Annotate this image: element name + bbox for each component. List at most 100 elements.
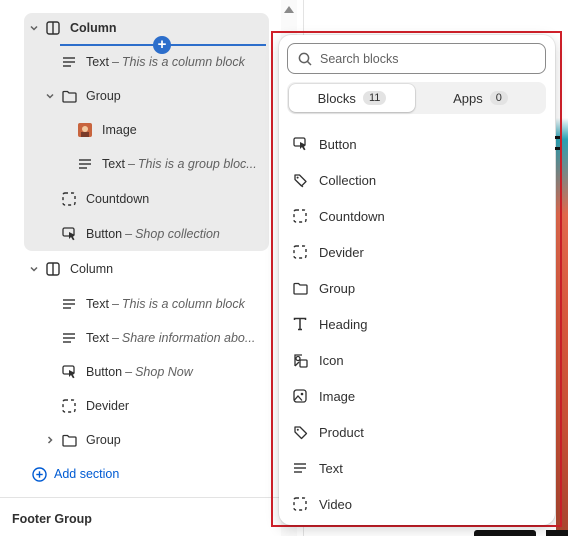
add-section-button[interactable]: Add section: [28, 463, 119, 485]
chevron-down-icon[interactable]: [26, 264, 42, 274]
text-icon: [58, 332, 80, 344]
dashed-square-icon: [58, 399, 80, 413]
separator-dash: –: [111, 55, 119, 69]
block-option-label: Product: [319, 424, 364, 440]
dashed-square-icon: [289, 209, 311, 223]
block-option-label: Text: [319, 460, 343, 476]
tree-item-sublabel: This is a column block: [121, 55, 245, 69]
block-option-video[interactable]: Video: [289, 492, 544, 516]
block-option-text[interactable]: Text: [289, 456, 544, 480]
tree-item-image[interactable]: Image: [74, 119, 137, 141]
tree-item-sublabel: Share information abo...: [121, 331, 256, 345]
dashed-square-icon: [58, 192, 80, 206]
tree-item-label: Text: [86, 55, 109, 69]
tree-item-button[interactable]: Button – Shop collection: [58, 223, 220, 245]
block-option-devider[interactable]: Devider: [289, 240, 544, 264]
tree-item-text[interactable]: Text – This is a group bloc...: [74, 153, 257, 175]
tree-item-column[interactable]: Column: [26, 17, 117, 39]
tree-item-sublabel: Shop collection: [135, 227, 220, 241]
block-option-label: Devider: [319, 244, 364, 260]
block-option-label: Group: [319, 280, 356, 296]
tree-item-sublabel: Shop Now: [135, 365, 193, 379]
tree-item-sublabel: This is a group bloc...: [137, 157, 257, 171]
search-input[interactable]: [320, 51, 520, 66]
image-shapes-icon: [289, 353, 311, 368]
tree-item-column[interactable]: Column: [26, 258, 113, 280]
separator-dash: –: [125, 365, 133, 379]
tab-group: Blocks 11 Apps 0: [287, 82, 546, 114]
tab-apps[interactable]: Apps 0: [417, 84, 544, 112]
tree-item-label: Text: [102, 157, 125, 171]
tree-item-countdown[interactable]: Countdown: [58, 188, 149, 210]
tree-item-text[interactable]: Text – This is a column block: [58, 293, 245, 315]
tree-item-label: Button: [86, 227, 123, 241]
separator-dash: –: [127, 157, 135, 171]
tree-item-label: Group: [86, 433, 121, 447]
tree-item-label: Image: [102, 123, 137, 137]
chevron-down-icon[interactable]: [26, 23, 42, 33]
block-option-product[interactable]: Product: [289, 420, 544, 444]
block-option-label: Image: [319, 388, 356, 404]
chevron-down-icon[interactable]: [42, 91, 58, 101]
text-icon: [58, 56, 80, 68]
tree-item-text[interactable]: Text – Share information abo...: [58, 327, 255, 349]
footer-group-heading[interactable]: Footer Group: [12, 512, 92, 526]
heading-t-icon: [289, 317, 311, 331]
block-option-group[interactable]: Group: [289, 276, 544, 300]
separator-dash: –: [111, 297, 119, 311]
dashed-square-icon: [289, 497, 311, 511]
cursor-click-icon: [58, 227, 80, 241]
separator-dash: –: [125, 227, 133, 241]
cursor-click-icon: [289, 137, 311, 151]
tag-icon: [289, 425, 311, 440]
text-icon: [58, 298, 80, 310]
count-badge: 0: [489, 91, 508, 105]
tree-item-sublabel: This is a column block: [121, 297, 245, 311]
folder-icon: [58, 434, 80, 447]
tab-blocks[interactable]: Blocks 11: [289, 84, 415, 112]
tree-item-label: Text: [86, 297, 109, 311]
block-option-heading[interactable]: Heading: [289, 312, 544, 336]
block-option-label: Button: [319, 136, 357, 152]
block-option-label: Icon: [319, 352, 344, 368]
tree-item-group[interactable]: Group: [42, 85, 121, 107]
tree-item-label: Column: [70, 21, 117, 35]
count-badge: 11: [362, 91, 387, 105]
cursor-click-icon: [58, 365, 80, 379]
tree-item-button[interactable]: Button – Shop Now: [58, 361, 193, 383]
tree-item-devider[interactable]: Devider: [58, 395, 129, 417]
search-icon: [298, 52, 312, 66]
tree-item-label: Group: [86, 89, 121, 103]
block-option-label: Heading: [319, 316, 368, 332]
tab-label: Apps: [453, 90, 483, 106]
block-option-label: Video: [319, 496, 353, 512]
tab-label: Blocks: [317, 90, 356, 106]
tree-item-label: Text: [86, 331, 109, 345]
text-icon: [74, 158, 96, 170]
add-section-label: Add section: [54, 467, 120, 481]
folder-icon: [58, 90, 80, 103]
block-option-icon[interactable]: Icon: [289, 348, 544, 372]
plus-circle-icon: [28, 466, 50, 482]
separator-dash: –: [111, 331, 119, 345]
folder-icon: [289, 282, 311, 295]
column-icon: [42, 21, 64, 35]
block-option-image[interactable]: Image: [289, 384, 544, 408]
search-field[interactable]: [287, 43, 546, 74]
block-option-button[interactable]: Button: [289, 132, 544, 156]
tags-icon: [289, 173, 311, 188]
tree-item-group[interactable]: Group: [42, 429, 121, 451]
tree-item-label: Countdown: [86, 192, 150, 206]
dashed-square-icon: [289, 245, 311, 259]
tree-item-text[interactable]: Text – This is a column block: [58, 51, 245, 73]
image-thumbnail-icon: [74, 123, 96, 137]
scroll-up-arrow-icon[interactable]: [284, 6, 294, 13]
text-icon: [289, 462, 311, 474]
chevron-right-icon[interactable]: [42, 435, 58, 445]
tree-item-label: Devider: [86, 399, 130, 413]
image-icon: [289, 389, 311, 403]
block-option-collection[interactable]: Collection: [289, 168, 544, 192]
block-option-countdown[interactable]: Countdown: [289, 204, 544, 228]
add-block-popover: Blocks 11 Apps 0 Button Collection Count…: [279, 35, 555, 525]
tree-item-label: Column: [70, 262, 114, 276]
